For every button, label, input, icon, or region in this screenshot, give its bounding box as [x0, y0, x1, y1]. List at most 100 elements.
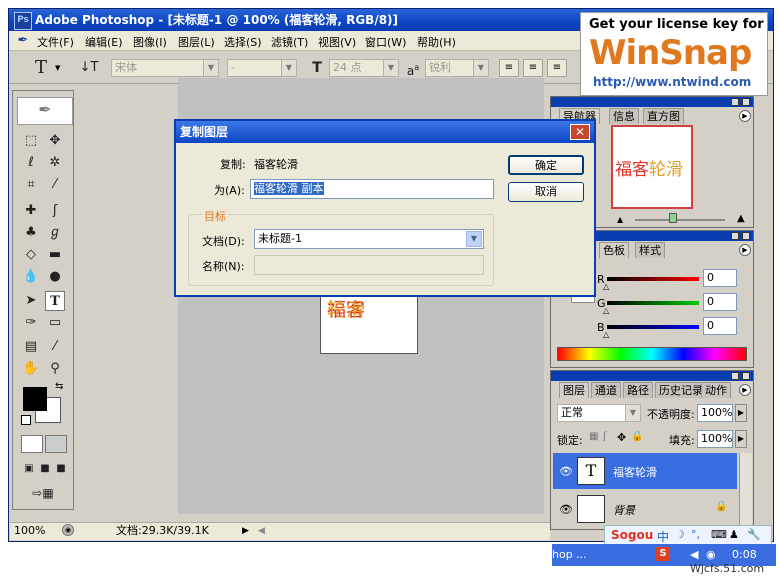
- tab-layers[interactable]: 图层: [559, 382, 589, 398]
- ime-punct-icon[interactable]: °,: [691, 528, 700, 541]
- minimize-icon[interactable]: [731, 98, 739, 106]
- hand-tool-icon[interactable]: ✋: [21, 359, 41, 379]
- navigator-preview[interactable]: 福客轮滑: [611, 125, 693, 209]
- red-slider-thumb-icon[interactable]: △: [603, 282, 609, 291]
- align-center-icon[interactable]: ≡: [523, 59, 543, 77]
- crop-tool-icon[interactable]: ⌗: [21, 175, 41, 195]
- screen-mode-3-icon[interactable]: ■: [51, 459, 71, 479]
- close-icon[interactable]: [742, 98, 750, 106]
- taskbar-item[interactable]: hop ...: [552, 548, 587, 561]
- layer-row-background[interactable]: 👁 背景 🔒: [553, 491, 737, 527]
- opacity-input[interactable]: 100%: [697, 404, 733, 422]
- menu-view[interactable]: 视图(V): [318, 34, 356, 50]
- ime-moon-icon[interactable]: ☽: [675, 528, 685, 541]
- fill-input[interactable]: 100%: [697, 430, 733, 448]
- dialog-titlebar[interactable]: 复制图层: [176, 121, 594, 143]
- zoom-tool-icon[interactable]: ⚲: [45, 359, 65, 379]
- font-style-select[interactable]: - ▼: [227, 59, 297, 77]
- green-slider-thumb-icon[interactable]: △: [603, 306, 609, 315]
- menu-edit[interactable]: 编辑(E): [85, 34, 123, 50]
- fill-arrow-icon[interactable]: ▶: [735, 430, 747, 448]
- menu-select[interactable]: 选择(S): [224, 34, 262, 50]
- font-family-select[interactable]: 宋体 ▼: [111, 59, 219, 77]
- layer-name[interactable]: 福客轮滑: [613, 464, 657, 480]
- eyedropper-icon[interactable]: ⁄: [45, 337, 65, 357]
- text-tool-preset-icon[interactable]: T: [31, 58, 51, 78]
- lock-transparent-icon[interactable]: ▦: [589, 431, 598, 442]
- visibility-eye-icon[interactable]: 👁: [559, 503, 573, 516]
- zoom-slider[interactable]: [635, 219, 725, 221]
- zoom-in-icon[interactable]: ▲: [737, 213, 745, 224]
- tab-swatches[interactable]: 色板: [599, 242, 629, 258]
- tab-info[interactable]: 信息: [609, 108, 639, 124]
- ad-url[interactable]: http://www.ntwind.com: [593, 75, 751, 89]
- gradient-tool-icon[interactable]: ▬: [45, 245, 65, 265]
- brush-tool-icon[interactable]: ʃ: [45, 201, 65, 221]
- close-icon[interactable]: ✕: [570, 124, 590, 140]
- tab-actions[interactable]: 动作: [701, 382, 731, 398]
- tray-network-icon[interactable]: ◉: [706, 548, 716, 561]
- tab-channels[interactable]: 通道: [591, 382, 621, 398]
- menu-file[interactable]: 文件(F): [37, 34, 74, 50]
- blend-mode-select[interactable]: 正常 ▼: [557, 404, 641, 422]
- ok-button[interactable]: 确定: [508, 155, 584, 175]
- tab-styles[interactable]: 样式: [635, 242, 665, 258]
- eraser-tool-icon[interactable]: ◇: [21, 245, 41, 265]
- tab-histogram[interactable]: 直方图: [643, 108, 684, 124]
- quickmask-mode-icon[interactable]: [45, 435, 67, 453]
- dodge-tool-icon[interactable]: ●: [45, 267, 65, 287]
- text-orientation-icon[interactable]: ↓T: [79, 58, 99, 78]
- ime-user-icon[interactable]: ♟: [729, 528, 739, 541]
- sogou-tray-icon[interactable]: S: [656, 547, 670, 561]
- path-select-icon[interactable]: ➤: [21, 291, 41, 311]
- lock-all-icon[interactable]: 🔒: [631, 431, 643, 442]
- feather-logo-icon[interactable]: ✒: [17, 97, 73, 125]
- winsnap-ad[interactable]: Get your license key for WinSnap http://…: [580, 12, 768, 96]
- ime-tools-icon[interactable]: 🔧: [747, 528, 761, 541]
- minimize-icon[interactable]: [731, 232, 739, 240]
- feather-icon[interactable]: ✒: [15, 33, 31, 49]
- marquee-tool-icon[interactable]: ⬚: [21, 131, 41, 151]
- name-input[interactable]: [254, 255, 484, 275]
- default-colors-icon[interactable]: [21, 415, 31, 425]
- green-value[interactable]: 0: [703, 293, 737, 311]
- lock-move-icon[interactable]: ✥: [617, 431, 626, 444]
- shape-tool-icon[interactable]: ▭: [45, 313, 65, 333]
- align-right-icon[interactable]: ≡: [547, 59, 567, 77]
- green-slider[interactable]: [607, 301, 699, 305]
- lock-paint-icon[interactable]: ʃ: [603, 431, 606, 442]
- red-value[interactable]: 0: [703, 269, 737, 287]
- swap-colors-icon[interactable]: ⇆: [55, 381, 63, 392]
- blue-slider-thumb-icon[interactable]: △: [603, 330, 609, 339]
- imageready-jump-icon[interactable]: ⇨▦: [23, 483, 63, 503]
- close-icon[interactable]: [742, 232, 750, 240]
- ime-toolbar[interactable]: Sogou 中 ☽ °, ⌨ ♟ 🔧: [604, 525, 772, 545]
- magic-wand-icon[interactable]: ✲: [45, 153, 65, 173]
- palette-menu-icon[interactable]: ▶: [739, 110, 751, 122]
- red-slider[interactable]: [607, 277, 699, 281]
- move-tool-icon[interactable]: ✥: [45, 131, 65, 151]
- close-icon[interactable]: [742, 372, 750, 380]
- antialias-select[interactable]: 锐利 ▼: [425, 59, 489, 77]
- layer-row-text[interactable]: 👁 T 福客轮滑: [553, 453, 737, 489]
- status-menu-arrow-icon[interactable]: ▶: [242, 523, 249, 539]
- menu-image[interactable]: 图像(I): [133, 34, 167, 50]
- lasso-tool-icon[interactable]: ℓ: [21, 153, 41, 173]
- align-left-icon[interactable]: ≡: [499, 59, 519, 77]
- layer-name[interactable]: 背景: [613, 502, 635, 518]
- tab-history[interactable]: 历史记录: [655, 382, 707, 398]
- palette-titlebar[interactable]: [551, 97, 753, 107]
- blue-value[interactable]: 0: [703, 317, 737, 335]
- palette-titlebar[interactable]: [551, 371, 753, 381]
- menu-layer[interactable]: 图层(L): [178, 34, 215, 50]
- minimize-icon[interactable]: [731, 372, 739, 380]
- notes-tool-icon[interactable]: ▤: [21, 337, 41, 357]
- zoom-slider-thumb[interactable]: [669, 213, 677, 223]
- menu-help[interactable]: 帮助(H): [417, 34, 456, 50]
- healing-brush-icon[interactable]: ✚: [21, 201, 41, 221]
- scroll-left-icon[interactable]: ◀: [258, 523, 265, 539]
- opacity-arrow-icon[interactable]: ▶: [735, 404, 747, 422]
- ime-keyboard-icon[interactable]: ⌨: [711, 528, 727, 541]
- palette-menu-icon[interactable]: ▶: [739, 384, 751, 396]
- ime-mode[interactable]: 中: [657, 528, 669, 545]
